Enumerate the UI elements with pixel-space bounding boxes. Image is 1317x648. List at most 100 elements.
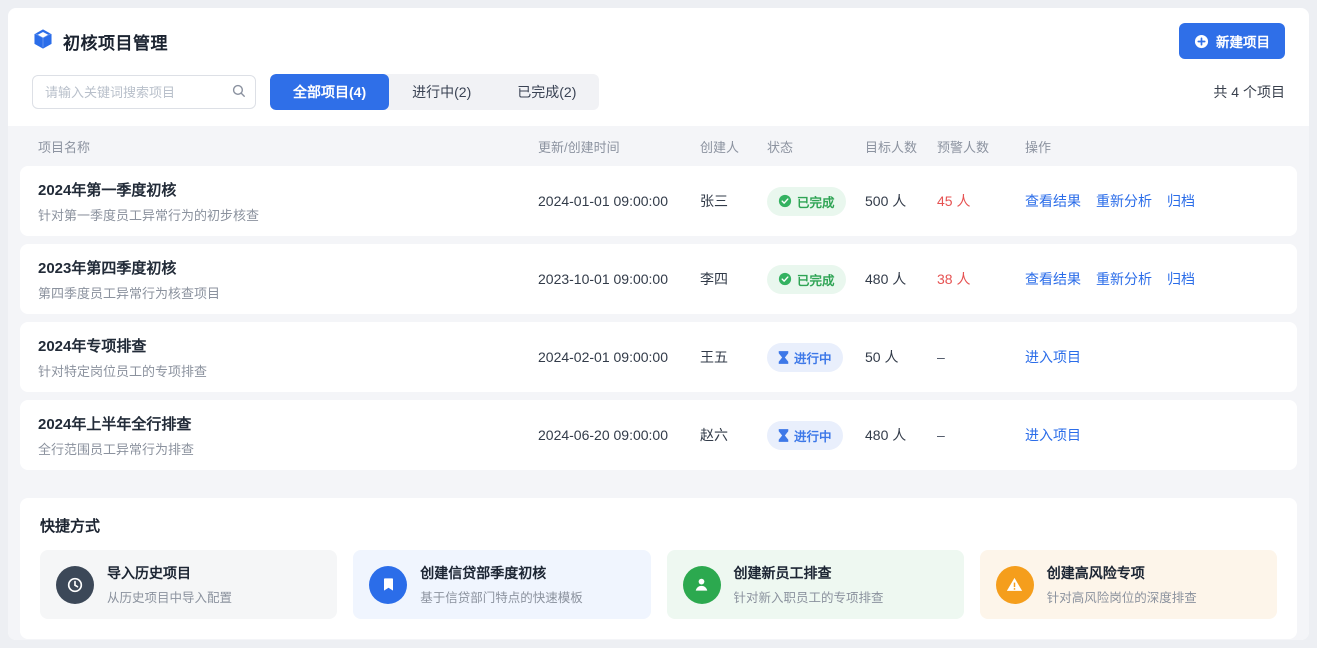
shortcut-title: 创建新员工排查 [734,563,884,583]
shortcut-text: 创建信贷部季度初核 基于信贷部门特点的快速模板 [420,563,583,606]
status-label: 进行中 [794,426,832,445]
target-count: 480 人 [865,269,937,289]
col-actions: 操作 [1025,137,1279,156]
col-warning: 预警人数 [937,137,1025,156]
project-name-cell: 2024年上半年全行排查 全行范围员工异常行为排查 [38,413,538,458]
shortcut-icon-circle [56,566,94,604]
action-link[interactable]: 重新分析 [1096,193,1152,209]
col-creator: 创建人 [700,137,767,156]
page-header: 初核项目管理 新建项目 [8,8,1309,68]
new-project-label: 新建项目 [1216,31,1270,51]
status-cell: 进行中 [767,343,865,372]
action-link[interactable]: 归档 [1167,193,1195,209]
shortcut-title: 创建信贷部季度初核 [420,563,583,583]
warning-count: – [937,349,1025,365]
col-name: 项目名称 [38,137,538,156]
filter-tab[interactable]: 已完成(2) [494,74,599,110]
total-count: 共 4 个项目 [1213,82,1285,102]
shortcut-icon-circle [996,566,1034,604]
row-actions: 进入项目 [1025,347,1279,367]
shortcut-text: 创建新员工排查 针对新入职员工的专项排查 [734,563,884,606]
shortcut-icon-circle [683,566,721,604]
row-actions: 查看结果重新分析归档 [1025,191,1279,211]
status-label: 已完成 [797,270,835,289]
status-cell: 已完成 [767,265,865,294]
col-target: 目标人数 [865,137,937,156]
cube-icon [32,28,54,55]
project-title: 2023年第四季度初核 [38,257,538,278]
shortcut-card[interactable]: 创建高风险专项 针对高风险岗位的深度排查 [980,550,1277,619]
project-name-cell: 2024年第一季度初核 针对第一季度员工异常行为的初步核查 [38,179,538,224]
target-count: 500 人 [865,191,937,211]
warning-count: 38 人 [937,269,1025,289]
shortcut-card[interactable]: 导入历史项目 从历史项目中导入配置 [40,550,337,619]
row-actions: 进入项目 [1025,425,1279,445]
search-icon[interactable] [232,84,246,103]
shortcuts-title: 快捷方式 [40,515,1277,536]
shortcut-desc: 针对新入职员工的专项排查 [734,587,884,606]
plus-circle-icon [1194,34,1209,49]
project-time: 2024-06-20 09:00:00 [538,427,700,443]
action-link[interactable]: 查看结果 [1025,271,1081,287]
project-table: 项目名称 更新/创建时间 创建人 状态 目标人数 预警人数 操作 2024年第一… [8,126,1309,640]
col-status: 状态 [767,137,865,156]
project-creator: 赵六 [700,425,767,445]
title-wrap: 初核项目管理 [32,28,168,55]
action-link[interactable]: 重新分析 [1096,271,1152,287]
shortcut-desc: 针对高风险岗位的深度排查 [1047,587,1197,606]
status-badge: 已完成 [767,265,846,294]
status-label: 已完成 [797,192,835,211]
hourglass-icon [778,351,789,364]
bookmark-icon [381,577,396,592]
table-row: 2024年上半年全行排查 全行范围员工异常行为排查 2024-06-20 09:… [20,400,1297,470]
table-header: 项目名称 更新/创建时间 创建人 状态 目标人数 预警人数 操作 [20,126,1297,166]
filter-tab[interactable]: 全部项目(4) [270,74,389,110]
search-input[interactable] [32,75,256,109]
project-desc: 第四季度员工异常行为核查项目 [38,283,538,302]
status-badge: 进行中 [767,343,843,372]
project-desc: 全行范围员工异常行为排查 [38,439,538,458]
warning-count: 45 人 [937,191,1025,211]
shortcut-desc: 基于信贷部门特点的快速模板 [420,587,583,606]
project-time: 2024-01-01 09:00:00 [538,193,700,209]
project-name-cell: 2024年专项排查 针对特定岗位员工的专项排查 [38,335,538,380]
hourglass-icon [778,429,789,442]
project-desc: 针对第一季度员工异常行为的初步核查 [38,205,538,224]
action-link[interactable]: 进入项目 [1025,427,1081,443]
shortcut-card[interactable]: 创建新员工排查 针对新入职员工的专项排查 [667,550,964,619]
warning-count: – [937,427,1025,443]
check-circle-icon [778,194,792,208]
table-row: 2023年第四季度初核 第四季度员工异常行为核查项目 2023-10-01 09… [20,244,1297,314]
check-circle-icon [778,272,792,286]
status-label: 进行中 [794,348,832,367]
filter-tab[interactable]: 进行中(2) [389,74,494,110]
new-project-button[interactable]: 新建项目 [1179,23,1285,59]
table-row: 2024年专项排查 针对特定岗位员工的专项排查 2024-02-01 09:00… [20,322,1297,392]
toolbar: 全部项目(4) 进行中(2) 已完成(2) 共 4 个项目 [8,68,1309,126]
action-link[interactable]: 查看结果 [1025,193,1081,209]
shortcut-text: 创建高风险专项 针对高风险岗位的深度排查 [1047,563,1197,606]
status-cell: 进行中 [767,421,865,450]
shortcut-desc: 从历史项目中导入配置 [107,587,232,606]
warning-icon [1006,576,1023,593]
col-time: 更新/创建时间 [538,137,700,156]
status-badge: 已完成 [767,187,846,216]
action-link[interactable]: 进入项目 [1025,349,1081,365]
action-link[interactable]: 归档 [1167,271,1195,287]
shortcut-text: 导入历史项目 从历史项目中导入配置 [107,563,232,606]
page-title: 初核项目管理 [63,29,168,54]
project-desc: 针对特定岗位员工的专项排查 [38,361,538,380]
shortcut-card[interactable]: 创建信贷部季度初核 基于信贷部门特点的快速模板 [353,550,650,619]
search-box [32,75,256,109]
target-count: 480 人 [865,425,937,445]
table-row: 2024年第一季度初核 针对第一季度员工异常行为的初步核查 2024-01-01… [20,166,1297,236]
shortcut-list: 导入历史项目 从历史项目中导入配置 [40,550,1277,619]
project-creator: 李四 [700,269,767,289]
shortcut-title: 创建高风险专项 [1047,563,1197,583]
clock-icon [66,576,84,594]
project-creator: 王五 [700,347,767,367]
project-creator: 张三 [700,191,767,211]
filter-tabs: 全部项目(4) 进行中(2) 已完成(2) [270,74,599,110]
status-cell: 已完成 [767,187,865,216]
project-time: 2024-02-01 09:00:00 [538,349,700,365]
